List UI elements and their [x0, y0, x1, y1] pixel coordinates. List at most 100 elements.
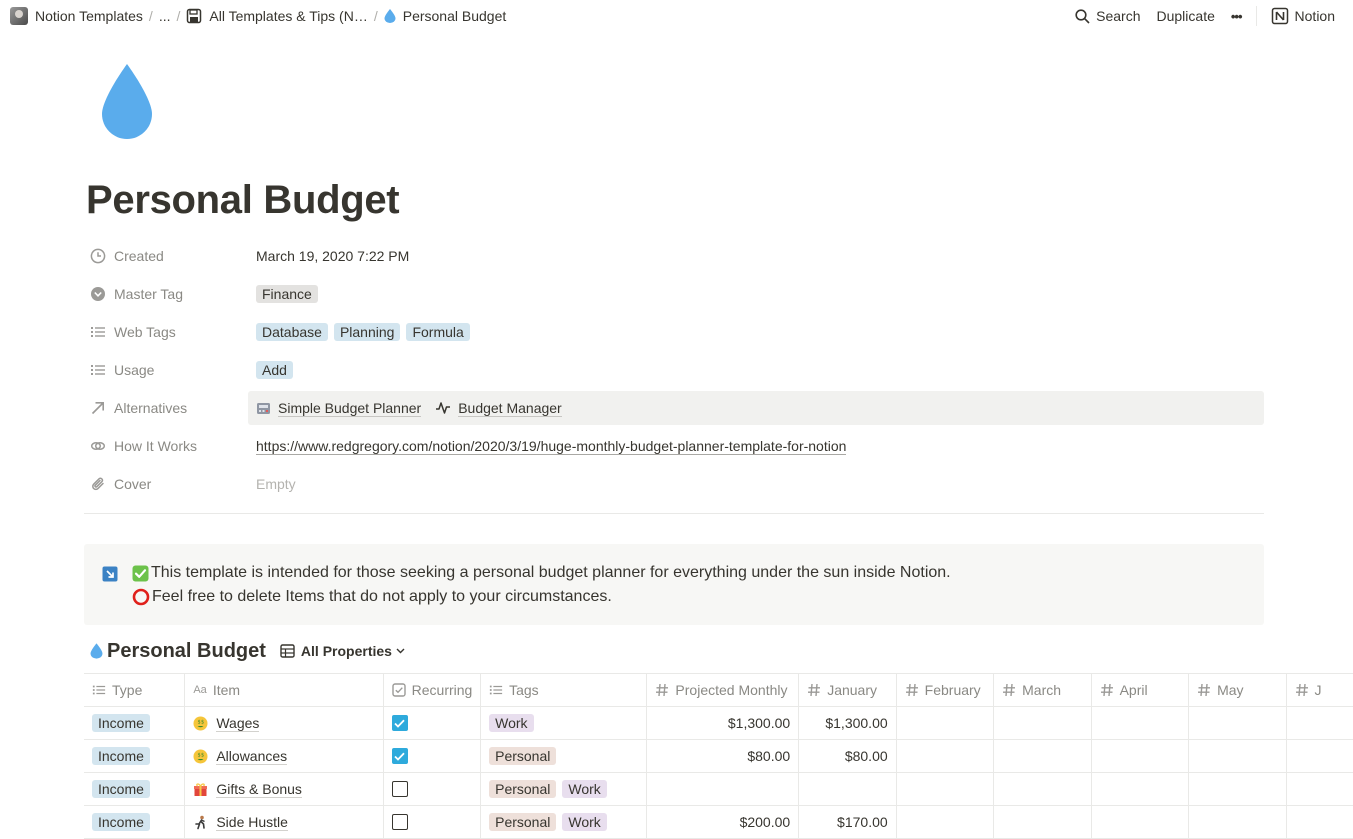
- cell-recurring[interactable]: [384, 806, 482, 838]
- cell-item[interactable]: Gifts & Bonus: [185, 773, 384, 805]
- more-options-button[interactable]: •••: [1223, 3, 1250, 29]
- relation-simple-budget-planner[interactable]: Simple Budget Planner: [256, 400, 422, 417]
- cell-projected-monthly[interactable]: [647, 773, 800, 805]
- callout-line-1: This template is intended for those seek…: [132, 564, 951, 582]
- cell-item[interactable]: $ $ Allowances: [185, 740, 384, 772]
- breadcrumb-workspace[interactable]: Notion Templates: [6, 4, 147, 28]
- cell-march[interactable]: [994, 773, 1092, 805]
- cell-may[interactable]: [1189, 806, 1287, 838]
- cell-march[interactable]: [994, 806, 1092, 838]
- column-header-item[interactable]: Aa Item: [185, 674, 384, 706]
- breadcrumb-section[interactable]: All Templates & Tips (N…: [182, 4, 371, 28]
- cell-january[interactable]: $170.00: [799, 806, 897, 838]
- notion-button[interactable]: Notion: [1263, 3, 1343, 29]
- column-header-january[interactable]: January: [799, 674, 897, 706]
- property-cover: Cover Empty: [84, 465, 1264, 503]
- cell-january[interactable]: [799, 773, 897, 805]
- property-label[interactable]: Cover: [84, 476, 248, 492]
- property-value[interactable]: Finance: [248, 277, 1264, 311]
- property-label[interactable]: Master Tag: [84, 286, 248, 302]
- column-header-projected-monthly[interactable]: Projected Monthly: [647, 674, 800, 706]
- arrow-down-right-icon[interactable]: [102, 566, 118, 587]
- cell-april[interactable]: [1092, 740, 1190, 772]
- property-value[interactable]: Database Planning Formula: [248, 315, 1264, 349]
- cell-may[interactable]: [1189, 773, 1287, 805]
- cell-item[interactable]: $ $ Wages: [185, 707, 384, 739]
- cell-april[interactable]: [1092, 773, 1190, 805]
- page-icon[interactable]: [100, 64, 154, 145]
- recurring-checkbox-unchecked[interactable]: [391, 781, 408, 797]
- breadcrumb-ellipsis[interactable]: ...: [155, 4, 175, 28]
- relation-budget-manager[interactable]: Budget Manager: [435, 400, 562, 417]
- cell-tags[interactable]: Personal: [481, 740, 648, 772]
- cell-june[interactable]: [1287, 707, 1353, 739]
- column-header-may[interactable]: May: [1189, 674, 1287, 706]
- page-title[interactable]: Personal Budget: [86, 178, 400, 223]
- cell-may[interactable]: [1189, 707, 1287, 739]
- cell-june[interactable]: [1287, 806, 1353, 838]
- cell-february[interactable]: [897, 773, 995, 805]
- recurring-checkbox-checked[interactable]: [391, 715, 408, 731]
- column-header-april[interactable]: April: [1092, 674, 1190, 706]
- cover-empty: Empty: [256, 476, 296, 492]
- cell-february[interactable]: [897, 806, 995, 838]
- breadcrumb-current[interactable]: Personal Budget: [380, 4, 511, 28]
- property-label[interactable]: Alternatives: [84, 400, 248, 416]
- cell-june[interactable]: [1287, 773, 1353, 805]
- table-row[interactable]: Income $ $ Allowances Personal $80.00 $80…: [84, 740, 1353, 773]
- column-header-recurring[interactable]: Recurring: [384, 674, 482, 706]
- cell-february[interactable]: [897, 740, 995, 772]
- tag-personal: Personal: [489, 813, 557, 831]
- column-header-type[interactable]: Type: [84, 674, 186, 706]
- cell-projected-monthly[interactable]: $1,300.00: [647, 707, 800, 739]
- view-selector[interactable]: All Properties: [280, 643, 405, 659]
- table-row[interactable]: Income $ $ Wages Work $1,300.00 $1,300.00: [84, 707, 1353, 740]
- cell-type[interactable]: Income: [84, 806, 186, 838]
- table-header-row: Type Aa Item Recurring Tags Projected Mo…: [84, 674, 1353, 707]
- cell-april[interactable]: [1092, 806, 1190, 838]
- property-label[interactable]: Created: [84, 248, 248, 264]
- column-header-june[interactable]: J: [1287, 674, 1353, 706]
- recurring-checkbox-checked[interactable]: [391, 748, 408, 764]
- property-label[interactable]: Usage: [84, 362, 248, 378]
- column-header-march[interactable]: March: [994, 674, 1092, 706]
- cell-tags[interactable]: Work: [481, 707, 648, 739]
- cell-recurring[interactable]: [384, 707, 482, 739]
- property-label[interactable]: Web Tags: [84, 324, 248, 340]
- how-it-works-link[interactable]: https://www.redgregory.com/notion/2020/3…: [256, 438, 847, 455]
- number-hash-icon: [655, 683, 669, 697]
- cell-type[interactable]: Income: [84, 773, 186, 805]
- cell-june[interactable]: [1287, 740, 1353, 772]
- cell-item[interactable]: Side Hustle: [185, 806, 384, 838]
- property-value[interactable]: Simple Budget Planner Budget Manager: [248, 391, 1264, 425]
- cell-tags[interactable]: Personal Work: [481, 773, 648, 805]
- column-header-february[interactable]: February: [897, 674, 995, 706]
- cell-recurring[interactable]: [384, 740, 482, 772]
- cell-type[interactable]: Income: [84, 740, 186, 772]
- cell-february[interactable]: [897, 707, 995, 739]
- cell-type[interactable]: Income: [84, 707, 186, 739]
- tag-work: Work: [489, 714, 534, 732]
- table-row[interactable]: Income Side Hustle Personal Work $200.00…: [84, 806, 1353, 839]
- cell-january[interactable]: $80.00: [799, 740, 897, 772]
- search-button[interactable]: Search: [1067, 3, 1148, 29]
- cell-may[interactable]: [1189, 740, 1287, 772]
- cell-january[interactable]: $1,300.00: [799, 707, 897, 739]
- cell-march[interactable]: [994, 740, 1092, 772]
- column-header-tags[interactable]: Tags: [481, 674, 648, 706]
- property-label[interactable]: How It Works: [84, 438, 248, 454]
- database-header: Personal Budget All Properties: [90, 637, 405, 665]
- property-value[interactable]: Add: [248, 353, 1264, 387]
- callout-block[interactable]: This template is intended for those seek…: [84, 544, 1264, 625]
- cell-tags[interactable]: Personal Work: [481, 806, 648, 838]
- property-value[interactable]: Empty: [248, 467, 1264, 501]
- database-title[interactable]: Personal Budget: [90, 640, 266, 663]
- cell-april[interactable]: [1092, 707, 1190, 739]
- recurring-checkbox-unchecked[interactable]: [391, 814, 408, 830]
- cell-projected-monthly[interactable]: $200.00: [647, 806, 800, 838]
- table-row[interactable]: Income Gifts & Bonus Personal Work: [84, 773, 1353, 806]
- cell-projected-monthly[interactable]: $80.00: [647, 740, 800, 772]
- cell-recurring[interactable]: [384, 773, 482, 805]
- cell-march[interactable]: [994, 707, 1092, 739]
- duplicate-button[interactable]: Duplicate: [1149, 3, 1223, 29]
